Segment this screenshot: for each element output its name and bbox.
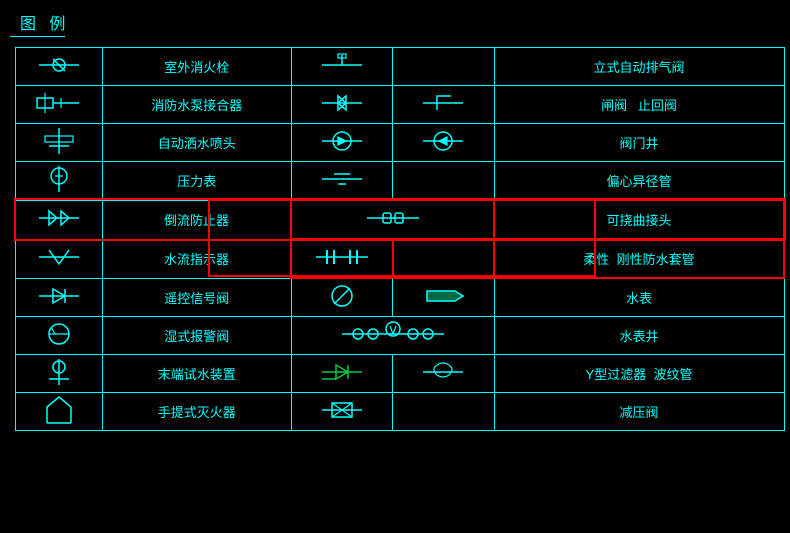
sym-mid2 [393, 239, 495, 278]
sym-mid1 [291, 162, 393, 201]
row-desc: 阀门井 [494, 124, 784, 162]
sym-mid-water [291, 317, 494, 355]
table-row: 消防水泵接合器 闸阀 止回阀 [16, 86, 785, 124]
symbol-cell [16, 86, 103, 124]
row-desc: 闸阀 止回阀 [494, 86, 784, 124]
row-name: 消防水泵接合器 [103, 86, 292, 124]
table-row-highlight: 倒流防止器 可挠曲接头 [16, 200, 785, 239]
sym-mid1 [291, 124, 393, 162]
row-desc: 偏心异径管 [494, 162, 784, 201]
sym-mid2 [393, 278, 495, 317]
row-name: 压力表 [103, 162, 292, 201]
row-desc: 水表 [494, 278, 784, 317]
symbol-cell [16, 200, 103, 239]
row-name: 手提式灭火器 [103, 393, 292, 431]
symbol-cell [16, 355, 103, 393]
row-name: 遥控信号阀 [103, 278, 292, 317]
table-row: 自动洒水喷头 阀门井 [16, 124, 785, 162]
main-container: 图 例 室外消火栓 [0, 0, 790, 533]
table-row-highlight: 水流指示器 柔性 刚性防水套管 [16, 239, 785, 278]
row-desc: 柔性 刚性防水套管 [494, 239, 784, 278]
sym-mid1 [291, 86, 393, 124]
symbol-cell [16, 124, 103, 162]
sym-mid1 [291, 393, 393, 431]
row-name: 自动洒水喷头 [103, 124, 292, 162]
symbol-cell [16, 239, 103, 278]
row-desc: 立式自动排气阀 [494, 48, 784, 86]
row-desc: 水表井 [494, 317, 784, 355]
sym-mid-highlight [291, 200, 494, 239]
table-row: 手提式灭火器 减压阀 [16, 393, 785, 431]
table-row: 遥控信号阀 水表 [16, 278, 785, 317]
legend-table: 室外消火栓 立式自动排气阀 [15, 47, 785, 431]
row-name: 室外消火栓 [103, 48, 292, 86]
sym-mid1 [291, 278, 393, 317]
sym-mid2 [393, 124, 495, 162]
sym-mid2 [393, 355, 495, 393]
table-row: 室外消火栓 立式自动排气阀 [16, 48, 785, 86]
sym-mid1 [291, 239, 393, 278]
row-name: 末端试水装置 [103, 355, 292, 393]
row-desc: Y型过滤器 波纹管 [494, 355, 784, 393]
sym-mid2 [393, 162, 495, 201]
row-name: 水流指示器 [103, 239, 292, 278]
symbol-cell [16, 317, 103, 355]
symbol-cell [16, 162, 103, 201]
table-row: 湿式报警阀 水表井 [16, 317, 785, 355]
table-row: 末端试水装置 Y型过滤器 波纹管 [16, 355, 785, 393]
row-name: 湿式报警阀 [103, 317, 292, 355]
row-desc: 可挠曲接头 [494, 200, 784, 239]
sym-mid2 [393, 48, 495, 86]
row-desc: 减压阀 [494, 393, 784, 431]
symbol-cell [16, 393, 103, 431]
symbol-cell [16, 278, 103, 317]
legend-title: 图 例 [10, 10, 65, 37]
sym-mid1 [291, 355, 393, 393]
sym-mid2 [393, 393, 495, 431]
symbol-cell [16, 48, 103, 86]
table-row: 压力表 偏心异径管 [16, 162, 785, 201]
sym-mid2 [393, 86, 495, 124]
row-name: 倒流防止器 [103, 200, 292, 239]
sym-mid1 [291, 48, 393, 86]
